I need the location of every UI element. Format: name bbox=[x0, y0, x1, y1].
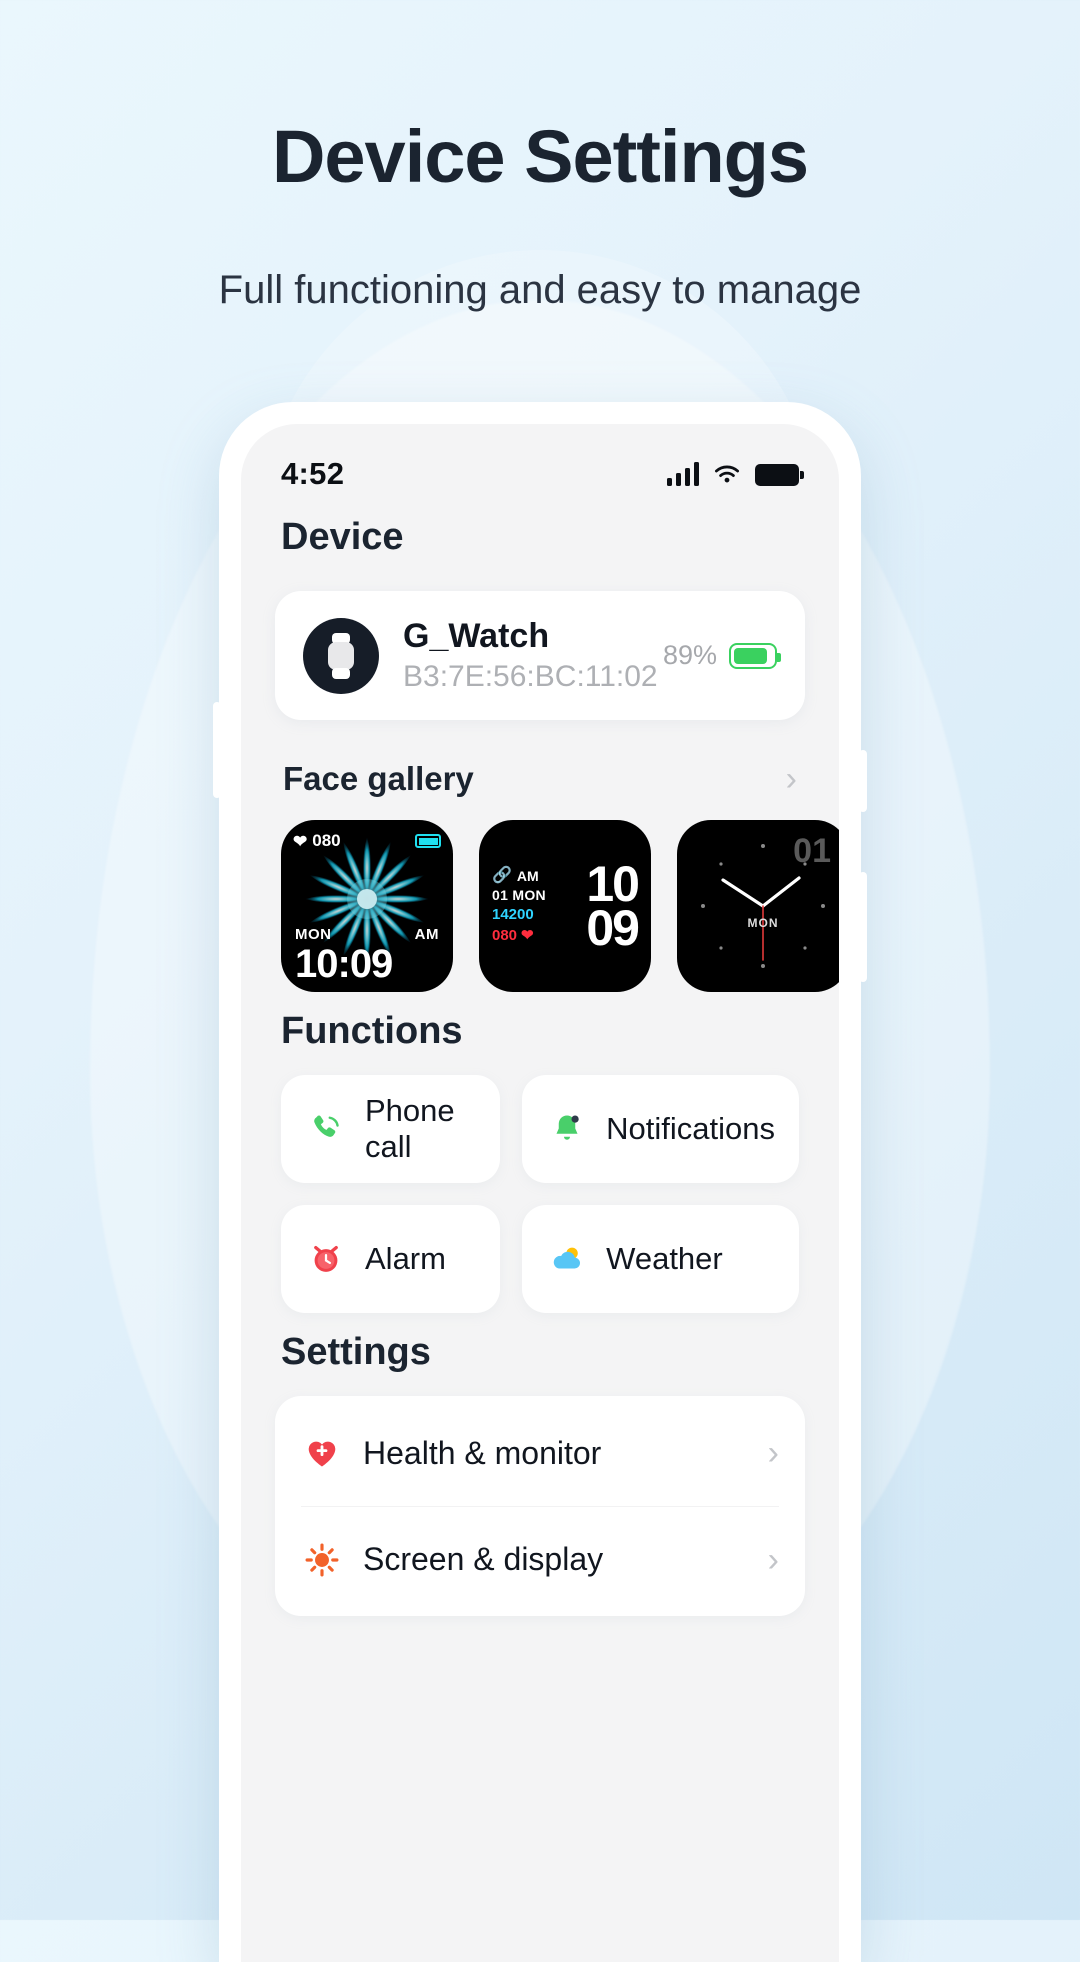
face2-clock: 10 09 bbox=[586, 859, 640, 957]
heart-icon: ❤ bbox=[521, 927, 534, 945]
face-gallery-header[interactable]: Face gallery › bbox=[283, 760, 797, 798]
bell-icon bbox=[546, 1108, 588, 1150]
health-heart-icon bbox=[301, 1432, 343, 1474]
functions-grid: Phone call Notifications Alarm Weather bbox=[275, 1075, 805, 1314]
function-label: Alarm bbox=[365, 1241, 446, 1277]
face-gallery-list: ❤ 080 MON AM 10:09 🔗 AM 01 MON 14200 080… bbox=[275, 820, 839, 993]
screen-content: Device G_Watch B3:7E:56:BC:11:02 89% Fac… bbox=[241, 498, 839, 1617]
phone-mockup: 4:52 Device G_Watch B3:7E:56:BC:11:02 89… bbox=[213, 402, 867, 1962]
analog-watch-face[interactable]: 01 MON bbox=[677, 820, 839, 993]
face1-day: MON bbox=[295, 926, 332, 944]
chevron-right-icon[interactable]: › bbox=[768, 1543, 779, 1577]
function-label: Notifications bbox=[606, 1111, 775, 1147]
page-title: Device Settings bbox=[271, 115, 809, 198]
battery-icon bbox=[729, 642, 781, 669]
phone-icon bbox=[305, 1108, 347, 1150]
face2-minute: 09 bbox=[586, 900, 640, 957]
face1-time: 10:09 bbox=[295, 942, 393, 987]
function-alarm[interactable]: Alarm bbox=[281, 1205, 501, 1314]
face-gallery-title: Face gallery bbox=[283, 760, 474, 798]
face3-day: MON bbox=[747, 916, 779, 931]
function-label: Phone call bbox=[365, 1093, 455, 1165]
chevron-right-icon[interactable]: › bbox=[768, 1436, 779, 1470]
status-time: 4:52 bbox=[281, 456, 345, 491]
hero-section: Device Settings Full functioning and eas… bbox=[0, 0, 1080, 313]
phone-side-button-bottom[interactable] bbox=[859, 872, 867, 982]
setting-screen-display[interactable]: Screen & display › bbox=[301, 1506, 779, 1612]
battery-full-icon bbox=[755, 464, 804, 486]
face2-meridiem: AM bbox=[516, 868, 539, 885]
setting-label: Health & monitor bbox=[363, 1434, 602, 1471]
status-bar: 4:52 bbox=[241, 424, 839, 498]
status-icons bbox=[666, 462, 804, 486]
wifi-icon bbox=[712, 462, 742, 486]
digital-watch-face[interactable]: 🔗 AM 01 MON 14200 080 ❤ 10 09 bbox=[479, 820, 651, 993]
chevron-right-icon[interactable]: › bbox=[786, 762, 797, 796]
device-battery: 89% bbox=[662, 640, 781, 671]
phone-volume-button[interactable] bbox=[213, 702, 221, 798]
device-battery-percent: 89% bbox=[662, 640, 717, 671]
brightness-icon bbox=[301, 1539, 343, 1581]
function-label: Weather bbox=[606, 1241, 723, 1277]
face3-date: 01 bbox=[793, 832, 831, 871]
setting-health-monitor[interactable]: Health & monitor › bbox=[301, 1400, 779, 1506]
link-icon: 🔗 bbox=[492, 867, 512, 885]
face2-date: 01 MON bbox=[492, 887, 546, 904]
page-subtitle: Full functioning and easy to manage bbox=[218, 267, 862, 312]
functions-title: Functions bbox=[281, 1010, 463, 1053]
device-card[interactable]: G_Watch B3:7E:56:BC:11:02 89% bbox=[275, 591, 805, 721]
device-name: G_Watch bbox=[403, 617, 550, 655]
flower-watch-face[interactable]: ❤ 080 MON AM 10:09 bbox=[281, 820, 453, 993]
device-heading: Device bbox=[281, 516, 404, 558]
alarm-clock-icon bbox=[305, 1238, 347, 1280]
settings-title: Settings bbox=[281, 1331, 431, 1374]
face1-meridiem: AM bbox=[414, 926, 439, 944]
face2-steps: 14200 bbox=[492, 906, 534, 924]
function-phone-call[interactable]: Phone call bbox=[281, 1075, 501, 1184]
watch-icon bbox=[303, 617, 379, 694]
phone-side-button-top[interactable] bbox=[859, 750, 867, 812]
device-mac-address: B3:7E:56:BC:11:02 bbox=[403, 660, 658, 694]
face2-heart-rate: 080 bbox=[492, 926, 518, 944]
device-info: G_Watch B3:7E:56:BC:11:02 bbox=[403, 617, 658, 694]
function-notifications[interactable]: Notifications bbox=[522, 1075, 799, 1184]
setting-label: Screen & display bbox=[363, 1541, 604, 1578]
phone-screen: 4:52 Device G_Watch B3:7E:56:BC:11:02 89… bbox=[241, 424, 839, 1962]
signal-bars-icon bbox=[666, 462, 699, 486]
settings-card: Health & monitor › Screen & display › bbox=[275, 1396, 805, 1617]
weather-cloud-icon bbox=[546, 1238, 588, 1280]
function-weather[interactable]: Weather bbox=[522, 1205, 799, 1314]
